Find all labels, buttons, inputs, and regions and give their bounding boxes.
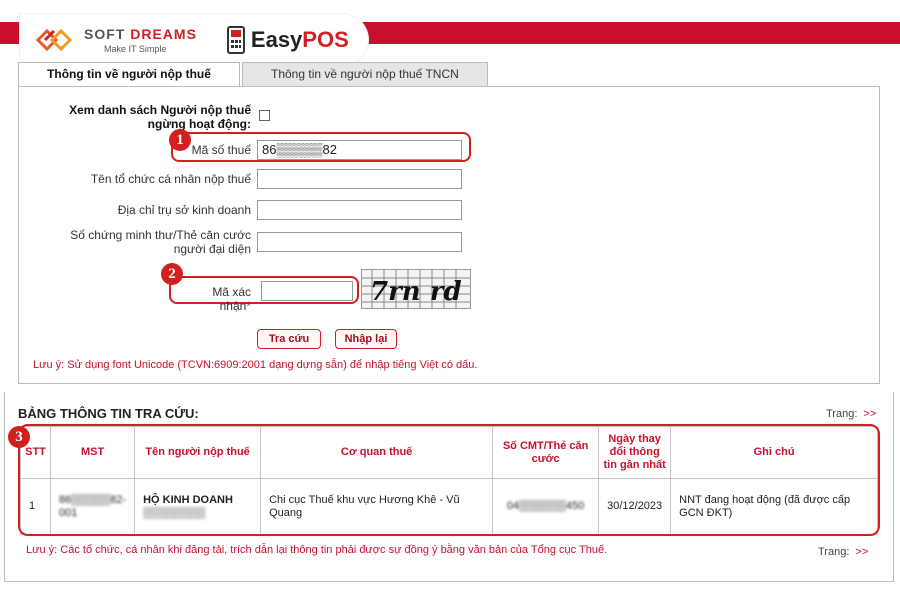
- unicode-note: Lưu ý: Sử dụng font Unicode (TCVN:6909:2…: [33, 359, 478, 371]
- tab-personal-income-taxpayer[interactable]: Thông tin về người nộp thuế TNCN: [242, 62, 488, 86]
- inactive-list-checkbox[interactable]: [259, 110, 270, 121]
- captcha-text: 7rn rd: [370, 277, 462, 307]
- address-input[interactable]: [257, 200, 462, 220]
- pager-bottom: Trang: >>: [818, 546, 868, 558]
- pager-label-bottom: Trang:: [818, 546, 850, 558]
- tax-code-label: Mã số thuế: [191, 143, 251, 157]
- softdreams-name: SOFT DREAMS: [84, 26, 197, 42]
- copyright-note: Lưu ý: Các tổ chức, cá nhân khi đăng tải…: [26, 544, 608, 556]
- pos-terminal-icon: [226, 26, 245, 54]
- step-badge-3: 3: [8, 426, 30, 448]
- tab-bar: Thông tin về người nộp thuế Thông tin về…: [18, 62, 488, 86]
- easypos-logo: EasyPOS: [226, 26, 349, 54]
- pager-next-link[interactable]: >>: [863, 408, 876, 420]
- tab-taxpayer-info[interactable]: Thông tin về người nộp thuế: [18, 62, 240, 86]
- easypos-name: EasyPOS: [250, 27, 349, 52]
- brand-logo-banner: SOFT DREAMS Make IT Simple EasyPOS: [20, 14, 368, 66]
- results-highlight: [18, 424, 880, 536]
- pager-next-link-bottom[interactable]: >>: [855, 546, 868, 558]
- captcha-label: Mã xác nhận*: [212, 285, 251, 313]
- reset-button[interactable]: Nhập lại: [335, 329, 397, 349]
- id-number-label: Số chứng minh thư/Thẻ căn cước người đại…: [70, 228, 251, 256]
- org-name-input[interactable]: [257, 169, 462, 189]
- pager-label: Trang:: [826, 408, 858, 420]
- address-label: Địa chỉ trụ sở kinh doanh: [117, 203, 251, 217]
- captcha-image: 7rn rd: [361, 269, 471, 309]
- search-form-panel: Xem danh sách Người nộp thuế ngừng hoạt …: [18, 86, 880, 384]
- tax-code-input[interactable]: 86▒▒▒▒▒82: [257, 140, 462, 160]
- results-title: BẢNG THÔNG TIN TRA CỨU:: [18, 406, 199, 421]
- pager-top: Trang: >>: [826, 408, 876, 420]
- captcha-input[interactable]: [261, 281, 353, 301]
- id-number-input[interactable]: [257, 232, 462, 252]
- org-name-label: Tên tổ chức cá nhân nộp thuế: [90, 172, 251, 186]
- search-button[interactable]: Tra cứu: [257, 329, 321, 349]
- step-badge-2: 2: [161, 263, 183, 285]
- softdreams-logo-icon: [34, 22, 78, 58]
- inactive-list-label: Xem danh sách Người nộp thuế ngừng hoạt …: [69, 103, 251, 131]
- softdreams-tagline: Make IT Simple: [104, 44, 167, 54]
